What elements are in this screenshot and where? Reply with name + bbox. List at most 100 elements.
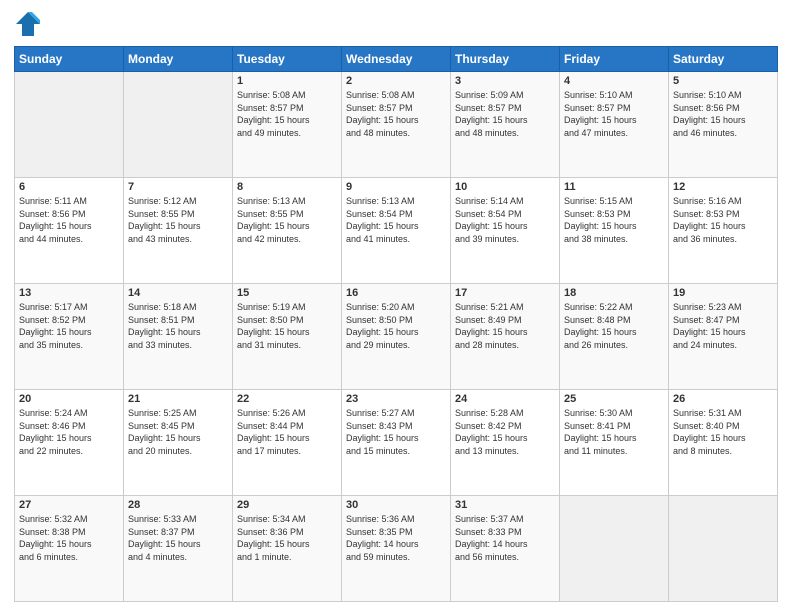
day-info: Sunrise: 5:15 AM Sunset: 8:53 PM Dayligh…: [564, 195, 664, 245]
day-info: Sunrise: 5:28 AM Sunset: 8:42 PM Dayligh…: [455, 407, 555, 457]
day-number: 17: [455, 287, 555, 299]
calendar-cell: 26 Sunrise: 5:31 AM Sunset: 8:40 PM Dayli…: [669, 390, 778, 496]
weekday-header-sunday: Sunday: [15, 47, 124, 72]
day-number: 12: [673, 181, 773, 193]
calendar-cell: 14 Sunrise: 5:18 AM Sunset: 8:51 PM Dayli…: [124, 284, 233, 390]
calendar-cell: [560, 496, 669, 602]
day-info: Sunrise: 5:21 AM Sunset: 8:49 PM Dayligh…: [455, 301, 555, 351]
calendar-cell: [15, 72, 124, 178]
day-info: Sunrise: 5:37 AM Sunset: 8:33 PM Dayligh…: [455, 513, 555, 563]
day-number: 5: [673, 75, 773, 87]
calendar-week-2: 6Sunrise: 5:11 AM Sunset: 8:56 PM Daylig…: [15, 178, 778, 284]
day-number: 29: [237, 499, 337, 511]
day-number: 9: [346, 181, 446, 193]
day-info: Sunrise: 5:12 AM Sunset: 8:55 PM Dayligh…: [128, 195, 228, 245]
calendar-cell: 16 Sunrise: 5:20 AM Sunset: 8:50 PM Dayli…: [342, 284, 451, 390]
day-info: Sunrise: 5:19 AM Sunset: 8:50 PM Dayligh…: [237, 301, 337, 351]
day-number: 2: [346, 75, 446, 87]
day-number: 15: [237, 287, 337, 299]
calendar-cell: 23 Sunrise: 5:27 AM Sunset: 8:43 PM Dayli…: [342, 390, 451, 496]
calendar-cell: 1 Sunrise: 5:08 AM Sunset: 8:57 PM Daylig…: [233, 72, 342, 178]
calendar-cell: 17 Sunrise: 5:21 AM Sunset: 8:49 PM Dayli…: [451, 284, 560, 390]
calendar-cell: 31 Sunrise: 5:37 AM Sunset: 8:33 PM Dayli…: [451, 496, 560, 602]
day-info: Sunrise: 5:25 AM Sunset: 8:45 PM Dayligh…: [128, 407, 228, 457]
calendar-cell: 15 Sunrise: 5:19 AM Sunset: 8:50 PM Dayli…: [233, 284, 342, 390]
calendar-cell: 28Sunrise: 5:33 AM Sunset: 8:37 PM Dayli…: [124, 496, 233, 602]
day-info: Sunrise: 5:36 AM Sunset: 8:35 PM Dayligh…: [346, 513, 446, 563]
calendar-cell: 8Sunrise: 5:13 AM Sunset: 8:55 PM Daylig…: [233, 178, 342, 284]
calendar-week-1: 1 Sunrise: 5:08 AM Sunset: 8:57 PM Daylig…: [15, 72, 778, 178]
day-number: 3: [455, 75, 555, 87]
day-info: Sunrise: 5:08 AM Sunset: 8:57 PM Dayligh…: [237, 89, 337, 139]
day-info: Sunrise: 5:24 AM Sunset: 8:46 PM Dayligh…: [19, 407, 119, 457]
day-number: 13: [19, 287, 119, 299]
day-info: Sunrise: 5:10 AM Sunset: 8:56 PM Dayligh…: [673, 89, 773, 139]
day-number: 16: [346, 287, 446, 299]
calendar-cell: 24 Sunrise: 5:28 AM Sunset: 8:42 PM Dayli…: [451, 390, 560, 496]
calendar-cell: 11 Sunrise: 5:15 AM Sunset: 8:53 PM Dayli…: [560, 178, 669, 284]
day-number: 1: [237, 75, 337, 87]
day-number: 24: [455, 393, 555, 405]
day-info: Sunrise: 5:20 AM Sunset: 8:50 PM Dayligh…: [346, 301, 446, 351]
day-info: Sunrise: 5:30 AM Sunset: 8:41 PM Dayligh…: [564, 407, 664, 457]
day-number: 23: [346, 393, 446, 405]
calendar-cell: 27 Sunrise: 5:32 AM Sunset: 8:38 PM Dayli…: [15, 496, 124, 602]
weekday-header-thursday: Thursday: [451, 47, 560, 72]
day-info: Sunrise: 5:11 AM Sunset: 8:56 PM Dayligh…: [19, 195, 119, 245]
calendar-cell: 4 Sunrise: 5:10 AM Sunset: 8:57 PM Daylig…: [560, 72, 669, 178]
day-number: 14: [128, 287, 228, 299]
day-info: Sunrise: 5:32 AM Sunset: 8:38 PM Dayligh…: [19, 513, 119, 563]
calendar-cell: 19 Sunrise: 5:23 AM Sunset: 8:47 PM Dayli…: [669, 284, 778, 390]
day-info: Sunrise: 5:17 AM Sunset: 8:52 PM Dayligh…: [19, 301, 119, 351]
day-number: 27: [19, 499, 119, 511]
day-number: 7: [128, 181, 228, 193]
calendar-cell: 18 Sunrise: 5:22 AM Sunset: 8:48 PM Dayli…: [560, 284, 669, 390]
calendar-week-3: 13 Sunrise: 5:17 AM Sunset: 8:52 PM Dayli…: [15, 284, 778, 390]
day-info: Sunrise: 5:08 AM Sunset: 8:57 PM Dayligh…: [346, 89, 446, 139]
calendar-cell: 29 Sunrise: 5:34 AM Sunset: 8:36 PM Dayli…: [233, 496, 342, 602]
day-number: 31: [455, 499, 555, 511]
day-info: Sunrise: 5:13 AM Sunset: 8:54 PM Dayligh…: [346, 195, 446, 245]
day-number: 18: [564, 287, 664, 299]
calendar-cell: 25 Sunrise: 5:30 AM Sunset: 8:41 PM Dayli…: [560, 390, 669, 496]
calendar: SundayMondayTuesdayWednesdayThursdayFrid…: [14, 46, 778, 602]
logo-icon: [14, 10, 42, 38]
day-info: Sunrise: 5:22 AM Sunset: 8:48 PM Dayligh…: [564, 301, 664, 351]
weekday-header-tuesday: Tuesday: [233, 47, 342, 72]
day-info: Sunrise: 5:10 AM Sunset: 8:57 PM Dayligh…: [564, 89, 664, 139]
day-number: 11: [564, 181, 664, 193]
day-number: 19: [673, 287, 773, 299]
day-info: Sunrise: 5:18 AM Sunset: 8:51 PM Dayligh…: [128, 301, 228, 351]
day-info: Sunrise: 5:31 AM Sunset: 8:40 PM Dayligh…: [673, 407, 773, 457]
weekday-header-friday: Friday: [560, 47, 669, 72]
weekday-header-row: SundayMondayTuesdayWednesdayThursdayFrid…: [15, 47, 778, 72]
calendar-cell: 20 Sunrise: 5:24 AM Sunset: 8:46 PM Dayli…: [15, 390, 124, 496]
calendar-cell: 7 Sunrise: 5:12 AM Sunset: 8:55 PM Daylig…: [124, 178, 233, 284]
day-number: 26: [673, 393, 773, 405]
day-info: Sunrise: 5:13 AM Sunset: 8:55 PM Dayligh…: [237, 195, 337, 245]
calendar-cell: 2 Sunrise: 5:08 AM Sunset: 8:57 PM Daylig…: [342, 72, 451, 178]
day-number: 20: [19, 393, 119, 405]
calendar-cell: 12 Sunrise: 5:16 AM Sunset: 8:53 PM Dayli…: [669, 178, 778, 284]
day-number: 21: [128, 393, 228, 405]
day-info: Sunrise: 5:09 AM Sunset: 8:57 PM Dayligh…: [455, 89, 555, 139]
day-info: Sunrise: 5:16 AM Sunset: 8:53 PM Dayligh…: [673, 195, 773, 245]
calendar-cell: 3 Sunrise: 5:09 AM Sunset: 8:57 PM Daylig…: [451, 72, 560, 178]
day-info: Sunrise: 5:14 AM Sunset: 8:54 PM Dayligh…: [455, 195, 555, 245]
weekday-header-saturday: Saturday: [669, 47, 778, 72]
day-number: 4: [564, 75, 664, 87]
day-number: 28: [128, 499, 228, 511]
calendar-cell: 13 Sunrise: 5:17 AM Sunset: 8:52 PM Dayli…: [15, 284, 124, 390]
calendar-cell: [669, 496, 778, 602]
day-number: 25: [564, 393, 664, 405]
weekday-header-wednesday: Wednesday: [342, 47, 451, 72]
day-info: Sunrise: 5:27 AM Sunset: 8:43 PM Dayligh…: [346, 407, 446, 457]
calendar-cell: 21 Sunrise: 5:25 AM Sunset: 8:45 PM Dayli…: [124, 390, 233, 496]
page: SundayMondayTuesdayWednesdayThursdayFrid…: [0, 0, 792, 612]
day-info: Sunrise: 5:23 AM Sunset: 8:47 PM Dayligh…: [673, 301, 773, 351]
calendar-cell: 5 Sunrise: 5:10 AM Sunset: 8:56 PM Daylig…: [669, 72, 778, 178]
calendar-cell: 10Sunrise: 5:14 AM Sunset: 8:54 PM Dayli…: [451, 178, 560, 284]
calendar-week-4: 20 Sunrise: 5:24 AM Sunset: 8:46 PM Dayli…: [15, 390, 778, 496]
calendar-cell: 22Sunrise: 5:26 AM Sunset: 8:44 PM Dayli…: [233, 390, 342, 496]
day-info: Sunrise: 5:34 AM Sunset: 8:36 PM Dayligh…: [237, 513, 337, 563]
